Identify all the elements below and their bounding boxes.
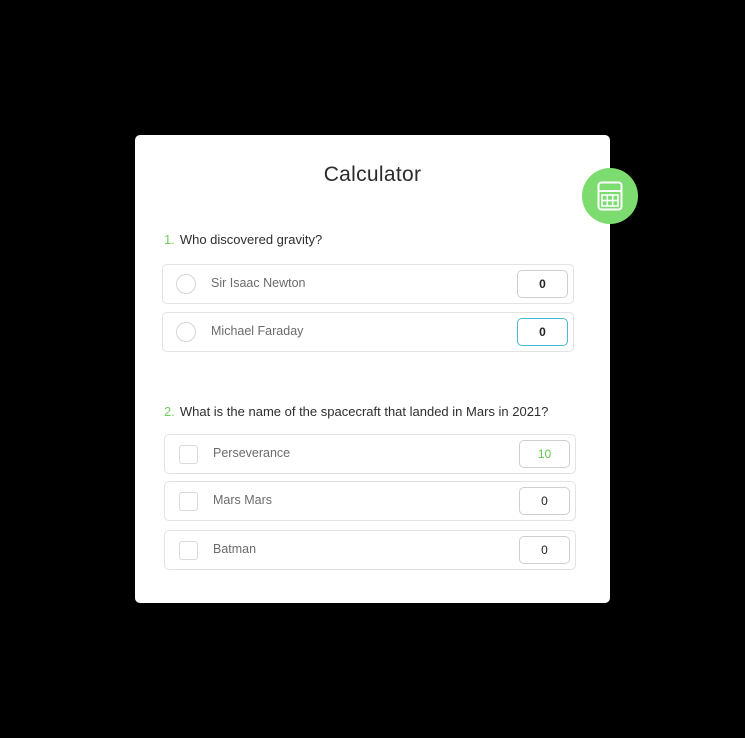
checkbox[interactable] — [179, 541, 198, 560]
option-label: Mars Mars — [213, 493, 273, 507]
score-input[interactable]: 0 — [517, 270, 568, 298]
score-input[interactable]: 0 — [519, 536, 570, 564]
option-mars-mars[interactable]: Mars Mars 0 — [164, 481, 576, 521]
checkbox[interactable] — [179, 492, 198, 511]
question-2-number: 2. — [164, 404, 175, 419]
question-2: 2. What is the name of the spacecraft tha… — [164, 404, 548, 419]
score-input[interactable]: 10 — [519, 440, 570, 468]
option-label: Perseverance — [213, 446, 291, 460]
score-input[interactable]: 0 — [517, 318, 568, 346]
option-batman[interactable]: Batman 0 — [164, 530, 576, 570]
calculator-card: Calculator 1. Who discovered gravity? Sir… — [135, 135, 610, 603]
option-perseverance[interactable]: Perseverance 10 — [164, 434, 576, 474]
question-1: 1. Who discovered gravity? — [164, 232, 322, 247]
checkbox[interactable] — [179, 445, 198, 464]
score-input[interactable]: 0 — [519, 487, 570, 515]
radio-button[interactable] — [176, 274, 196, 294]
option-label: Michael Faraday — [211, 324, 304, 338]
option-label: Sir Isaac Newton — [211, 276, 306, 290]
question-1-text: Who discovered gravity? — [179, 232, 323, 247]
card-title: Calculator — [323, 163, 422, 186]
calculator-icon — [597, 181, 623, 211]
question-2-text: What is the name of the spacecraft that … — [179, 404, 549, 419]
option-michael-faraday[interactable]: Michael Faraday 0 — [162, 312, 574, 352]
calculator-button[interactable] — [582, 168, 638, 224]
option-sir-isaac-newton[interactable]: Sir Isaac Newton 0 — [162, 264, 574, 304]
radio-button[interactable] — [176, 322, 196, 342]
question-1-number: 1. — [164, 232, 175, 247]
option-label: Batman — [213, 542, 257, 556]
